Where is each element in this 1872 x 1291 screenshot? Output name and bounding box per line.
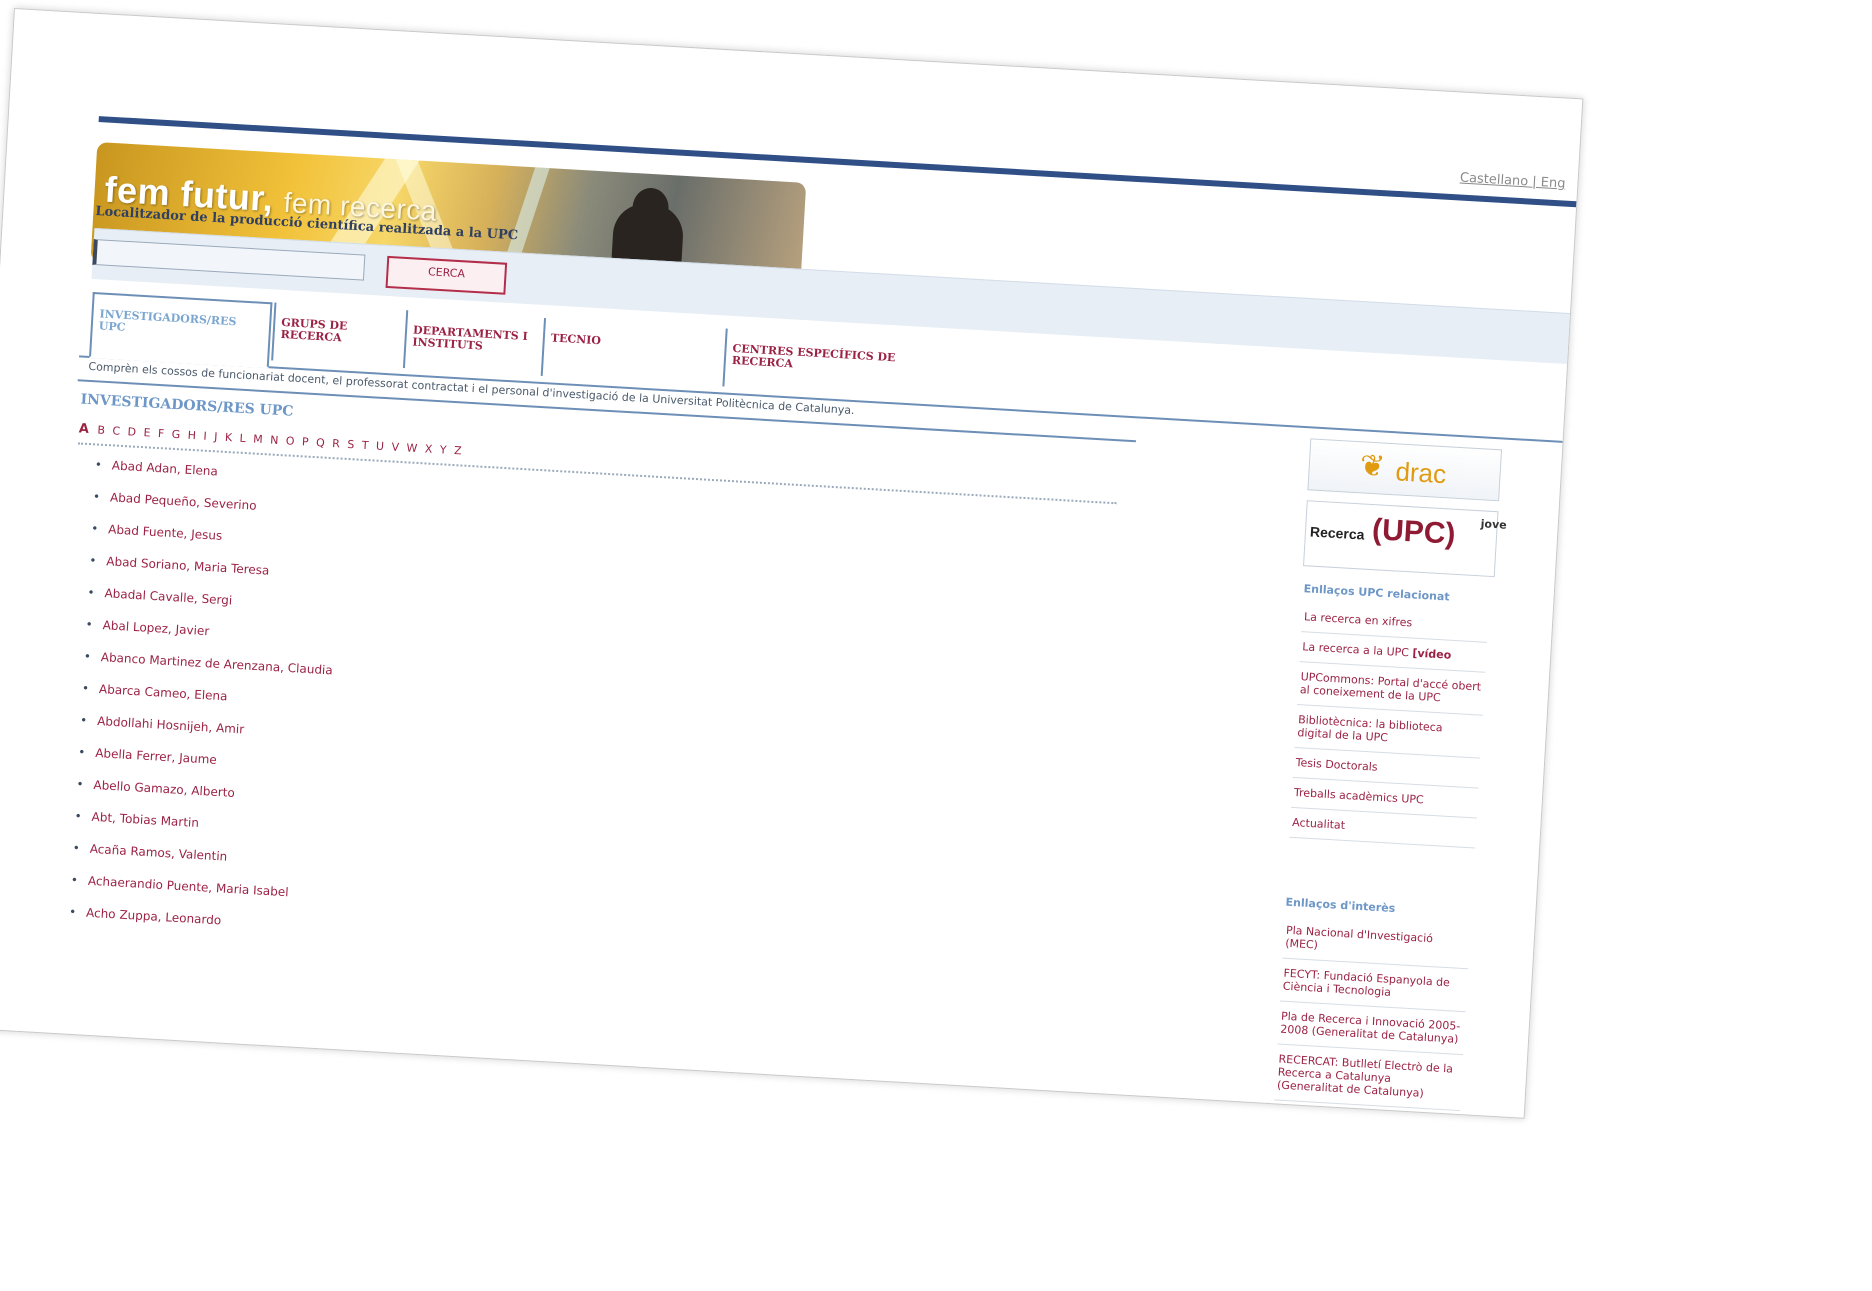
drac-label: drac [1394, 456, 1447, 490]
tab-centres-especifics[interactable]: CENTRES ESPECÍFICS DE RECERCA [722, 328, 926, 398]
search-button[interactable]: CERCA [385, 255, 508, 295]
interest-links-heading: Enllaços d'interès [1285, 895, 1396, 915]
language-links[interactable]: Castellano | Eng [1460, 171, 1566, 192]
related-link-label: Tesis Doctorals [1295, 756, 1378, 774]
recerca-label: Recerca [1309, 523, 1365, 543]
related-link-label: La recerca a la UPC [1301, 640, 1413, 660]
interest-links-list: Pla Nacional d'Investigació (MEC) FECYT:… [1274, 915, 1471, 1112]
page-sheet: Castellano | Eng fem futur, fem recerca … [0, 8, 1584, 1119]
upc-label: (UPC) [1371, 513, 1457, 551]
tab-tecnio[interactable]: TECNIO [540, 318, 724, 387]
tab-departaments[interactable]: DEPARTAMENTS I INSTITUTS [402, 310, 543, 376]
related-link-extra: [vídeo [1412, 646, 1452, 662]
related-link-label: Bibliotècnica: la biblioteca digital de … [1297, 713, 1443, 745]
dragon-icon: ❦ [1358, 448, 1386, 485]
alphabet-current-letter[interactable]: A [78, 421, 91, 437]
related-link-label: Treballs acadèmics UPC [1293, 785, 1425, 807]
related-link-label: UPCommons: Portal d'accé obert al coneix… [1299, 670, 1482, 705]
tab-investigadors[interactable]: INVESTIGADORS/RES UPC [88, 292, 273, 369]
related-link-label: La recerca en xifres [1303, 610, 1413, 630]
right-sidebar: ❦ drac Recerca (UPC) jove Enllaços UPC r… [1272, 404, 1507, 1114]
researcher-list: Abad Adan, Elena Abad Pequeño, Severino … [68, 448, 345, 942]
panel-title: INVESTIGADORS/RES UPC [80, 391, 294, 420]
jove-label: jove [1480, 517, 1508, 532]
search-input[interactable] [92, 238, 366, 281]
researchers-panel: INVESTIGADORS/RES UPC A B C D E F G H I … [41, 379, 1136, 1062]
tab-grups-recerca[interactable]: GRUPS DE RECERCA [271, 302, 405, 368]
related-links-heading: Enllaços UPC relacionat [1303, 582, 1450, 604]
list-item[interactable]: RECERCAT: Butlletí Electrò de la Recerca… [1274, 1044, 1464, 1112]
drac-logo-link[interactable]: ❦ drac [1307, 438, 1503, 502]
related-links-list: La recerca en xifres La recerca a la UPC… [1289, 602, 1489, 849]
related-link-label: Actualitat [1291, 815, 1346, 832]
recerca-upc-jove-logo[interactable]: Recerca (UPC) jove [1303, 500, 1507, 578]
